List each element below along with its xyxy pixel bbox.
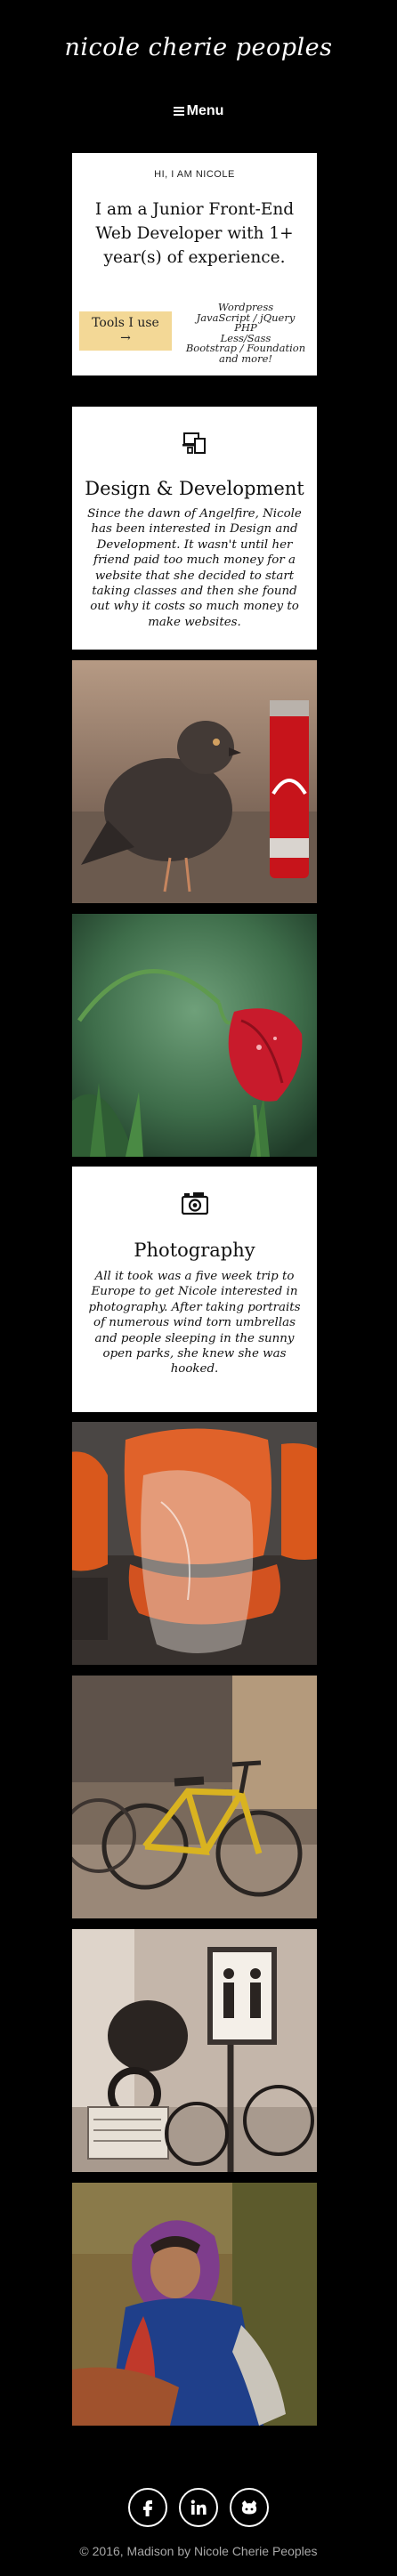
- copyright-text: © 2016, Madison by Nicole Cherie Peoples: [79, 2544, 318, 2558]
- photography-text: All it took was a five week trip to Euro…: [88, 1270, 301, 1377]
- linkedin-icon[interactable]: [179, 2488, 218, 2527]
- intro-kicker: HI, I AM NICOLE: [154, 169, 235, 180]
- design-development-card: Design & Development Since the dawn of A…: [72, 407, 317, 650]
- menu-label: Menu: [186, 103, 224, 118]
- design-text: Since the dawn of Angelfire, Nicole has …: [87, 507, 302, 629]
- tools-button-label: Tools I use: [92, 316, 159, 330]
- menu-button[interactable]: Menu: [0, 103, 397, 119]
- facebook-icon[interactable]: [127, 2488, 167, 2527]
- tool-item: and more!: [218, 351, 273, 365]
- pigeon-and-soda-can-photo[interactable]: [72, 660, 317, 903]
- camera-icon: [72, 1191, 317, 1215]
- github-icon[interactable]: [230, 2488, 270, 2527]
- intro-headline: I am a Junior Front-End Web Developer wi…: [94, 200, 295, 267]
- photography-title: Photography: [134, 1240, 255, 1261]
- orange-chairs-photo[interactable]: [72, 1422, 317, 1665]
- red-poppy-flower-photo[interactable]: [72, 914, 317, 1157]
- hamburger-icon: [173, 107, 184, 116]
- yellow-bicycle-photo[interactable]: [72, 1676, 317, 1918]
- parked-scooters-photo[interactable]: [72, 1929, 317, 2172]
- social-links: [0, 2488, 397, 2531]
- photography-card: Photography All it took was a five week …: [72, 1167, 317, 1412]
- intro-card: HI, I AM NICOLE I am a Junior Front-End …: [72, 153, 317, 375]
- woman-in-headscarf-photo[interactable]: [72, 2183, 317, 2426]
- devices-icon: [72, 432, 317, 455]
- arrow-right-icon: →: [120, 331, 131, 345]
- site-title[interactable]: nicole cherie peoples: [0, 34, 397, 61]
- tools-button[interactable]: Tools I use →: [79, 311, 172, 351]
- design-title: Design & Development: [85, 478, 304, 499]
- tools-list: Wordpress JavaScript / jQuery PHP Less/S…: [181, 302, 311, 365]
